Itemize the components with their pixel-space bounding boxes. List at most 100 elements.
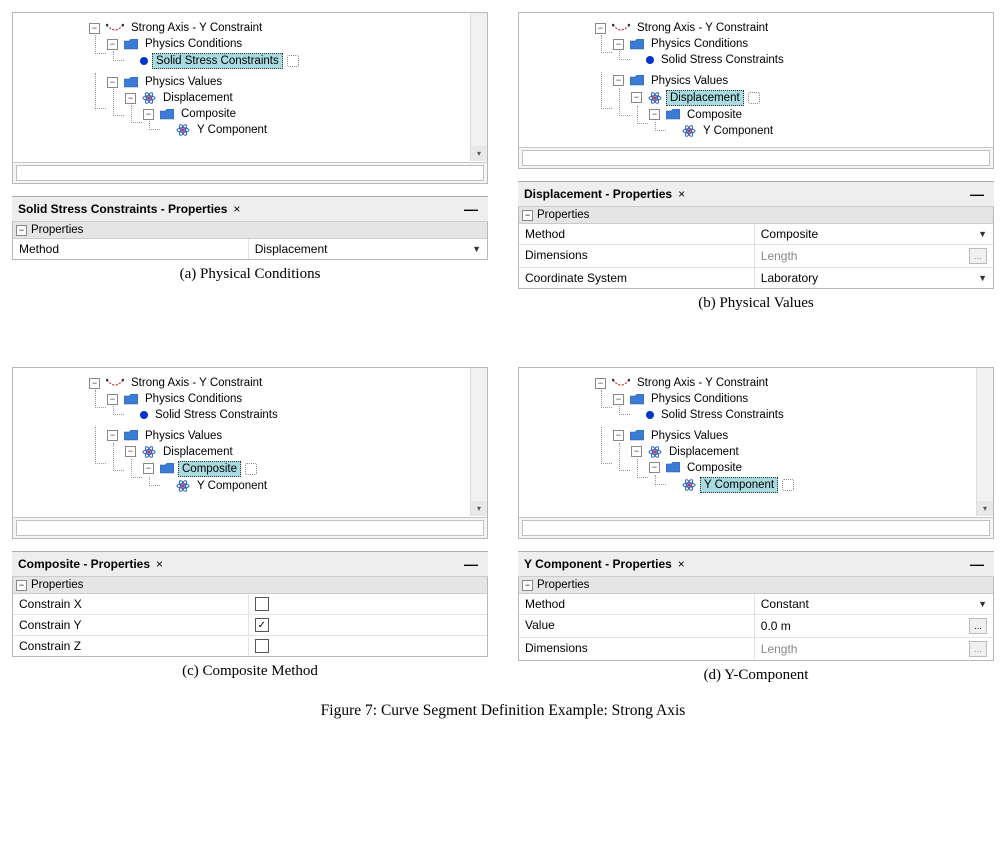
property-value-readonly[interactable]: Length...	[755, 245, 993, 267]
comment-icon[interactable]	[782, 479, 794, 491]
collapse-icon[interactable]: −	[613, 39, 624, 50]
property-value-readonly[interactable]: Length...	[755, 638, 993, 660]
property-row[interactable]: Method Composite▼	[519, 224, 993, 245]
tree-node-ycomp[interactable]: Y Component	[667, 477, 794, 493]
collapse-icon[interactable]: −	[143, 109, 154, 120]
collapse-icon[interactable]: −	[107, 77, 118, 88]
tree-node-root[interactable]: − Strong Axis - Y Constraint	[89, 21, 265, 35]
collapse-icon[interactable]: −	[613, 430, 624, 441]
collapse-icon[interactable]: −	[649, 462, 660, 473]
tree-node-physval[interactable]: −Physics Values	[613, 429, 731, 443]
property-value-dropdown[interactable]: Composite▼	[755, 224, 993, 244]
property-value-dropdown[interactable]: Constant▼	[755, 594, 993, 614]
property-value-dropdown[interactable]: Laboratory▼	[755, 268, 993, 288]
collapse-icon[interactable]: −	[107, 430, 118, 441]
checkbox-unchecked[interactable]	[255, 597, 269, 611]
collapse-icon[interactable]: −	[595, 23, 606, 34]
tree-node-root[interactable]: −Strong Axis - Y Constraint	[89, 376, 265, 390]
collapse-icon[interactable]: −	[125, 446, 136, 457]
property-row[interactable]: Dimensions Length...	[519, 638, 993, 660]
comment-icon[interactable]	[287, 55, 299, 67]
property-value-checkbox[interactable]	[249, 594, 487, 614]
tree-node-root[interactable]: − Strong Axis - Y Constraint	[595, 21, 771, 35]
tree-node-physval[interactable]: − Physics Values	[613, 74, 731, 88]
tree-node-ycomp[interactable]: Y Component	[667, 124, 776, 138]
collapse-icon[interactable]: −	[16, 580, 27, 591]
collapse-icon[interactable]: −	[522, 210, 533, 221]
close-tab-button[interactable]: ×	[678, 557, 685, 571]
tree-node-ycomp[interactable]: Y Component	[161, 123, 270, 137]
property-value-field[interactable]: 0.0 m...	[755, 615, 993, 637]
properties-group-header[interactable]: −Properties	[13, 577, 487, 594]
property-row[interactable]: Dimensions Length...	[519, 245, 993, 268]
property-value-checkbox[interactable]: ✓	[249, 615, 487, 635]
tree-node-solidstress[interactable]: Solid Stress Constraints	[631, 53, 787, 67]
property-value-dropdown[interactable]: Displacement ▼	[249, 239, 487, 259]
minimize-button[interactable]: —	[460, 556, 482, 572]
properties-group-header[interactable]: − Properties	[13, 222, 487, 239]
tree-node-physcond[interactable]: −Physics Conditions	[613, 392, 751, 406]
tree-node-physcond[interactable]: −Physics Conditions	[107, 392, 245, 406]
collapse-icon[interactable]: −	[125, 93, 136, 104]
comment-icon[interactable]	[748, 92, 760, 104]
scroll-down-arrow[interactable]: ▾	[471, 501, 487, 516]
collapse-icon[interactable]: −	[522, 580, 533, 591]
tree-node-displacement[interactable]: −Displacement	[631, 445, 742, 459]
tree-node-displacement[interactable]: −Displacement	[125, 445, 236, 459]
tree-node-composite[interactable]: − Composite	[649, 108, 745, 122]
minimize-button[interactable]: —	[460, 201, 482, 217]
tree-node-physcond[interactable]: − Physics Conditions	[613, 37, 751, 51]
vertical-scrollbar[interactable]: ▾	[976, 368, 993, 516]
collapse-icon[interactable]: −	[613, 75, 624, 86]
property-row[interactable]: Constrain Z	[13, 636, 487, 656]
tree-node-ycomp[interactable]: Y Component	[161, 479, 270, 493]
more-button[interactable]: ...	[969, 641, 987, 657]
collapse-icon[interactable]: −	[631, 92, 642, 103]
tree-a[interactable]: − Strong Axis - Y Constraint − Physics C…	[13, 13, 487, 154]
collapse-icon[interactable]: −	[143, 463, 154, 474]
minimize-button[interactable]: —	[966, 186, 988, 202]
tree-node-displacement[interactable]: − Displacement	[631, 90, 760, 106]
collapse-icon[interactable]: −	[107, 394, 118, 405]
property-row[interactable]: Constrain Y ✓	[13, 615, 487, 636]
collapse-icon[interactable]: −	[631, 446, 642, 457]
tree-node-physval[interactable]: −Physics Values	[107, 429, 225, 443]
property-row[interactable]: Method Constant▼	[519, 594, 993, 615]
collapse-icon[interactable]: −	[107, 39, 118, 50]
scroll-down-arrow[interactable]: ▾	[977, 501, 993, 516]
tree-node-root[interactable]: −Strong Axis - Y Constraint	[595, 376, 771, 390]
tree-node-solidstress[interactable]: Solid Stress Constraints	[125, 408, 281, 422]
collapse-icon[interactable]: −	[89, 23, 100, 34]
properties-group-header[interactable]: −Properties	[519, 577, 993, 594]
collapse-icon[interactable]: −	[595, 378, 606, 389]
property-value-checkbox[interactable]	[249, 636, 487, 656]
property-row[interactable]: Coordinate System Laboratory▼	[519, 268, 993, 288]
collapse-icon[interactable]: −	[613, 394, 624, 405]
scroll-down-arrow[interactable]: ▾	[471, 146, 487, 161]
collapse-icon[interactable]: −	[16, 225, 27, 236]
comment-icon[interactable]	[245, 463, 257, 475]
tree-node-solidstress[interactable]: Solid Stress Constraints	[631, 408, 787, 422]
tree-node-displacement[interactable]: − Displacement	[125, 91, 236, 105]
tree-c[interactable]: −Strong Axis - Y Constraint −Physics Con…	[13, 368, 487, 509]
tree-d[interactable]: −Strong Axis - Y Constraint −Physics Con…	[519, 368, 993, 509]
tree-node-composite[interactable]: −Composite	[143, 461, 257, 477]
vertical-scrollbar[interactable]: ▾	[470, 368, 487, 516]
tree-node-solidstress[interactable]: Solid Stress Constraints	[125, 53, 299, 69]
property-row[interactable]: Value 0.0 m...	[519, 615, 993, 638]
property-row[interactable]: Constrain X	[13, 594, 487, 615]
properties-group-header[interactable]: −Properties	[519, 207, 993, 224]
tree-node-composite[interactable]: −Composite	[649, 461, 745, 475]
close-tab-button[interactable]: ×	[156, 557, 163, 571]
tree-node-composite[interactable]: − Composite	[143, 107, 239, 121]
more-button[interactable]: ...	[969, 248, 987, 264]
more-button[interactable]: ...	[969, 618, 987, 634]
checkbox-unchecked[interactable]	[255, 639, 269, 653]
tree-node-physval[interactable]: − Physics Values	[107, 75, 225, 89]
checkbox-checked[interactable]: ✓	[255, 618, 269, 632]
minimize-button[interactable]: —	[966, 556, 988, 572]
close-tab-button[interactable]: ×	[678, 187, 685, 201]
collapse-icon[interactable]: −	[89, 378, 100, 389]
property-row[interactable]: Method Displacement ▼	[13, 239, 487, 259]
close-tab-button[interactable]: ×	[233, 202, 240, 216]
